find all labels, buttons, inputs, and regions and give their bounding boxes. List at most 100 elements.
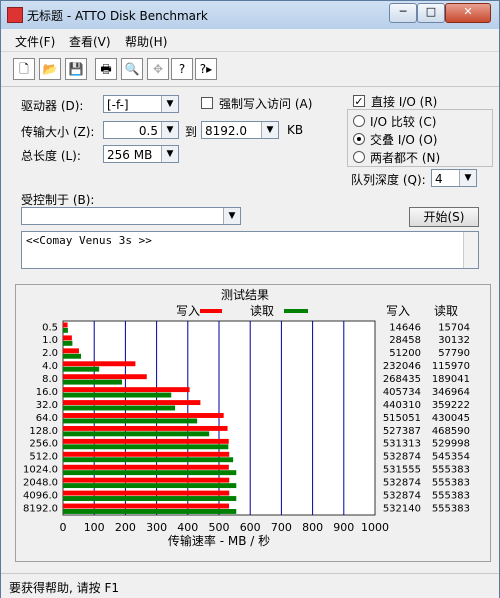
- write-bar: [63, 490, 230, 496]
- controlled-by-select[interactable]: ▼: [21, 207, 241, 225]
- x-tick-label: 300: [146, 521, 167, 534]
- queue-depth-value: 4: [435, 172, 443, 186]
- print-preview-icon[interactable]: 🔍: [121, 58, 143, 80]
- read-bar: [63, 457, 234, 463]
- results-chart: 测试结果写入 读取 写入 读取 0 100 200 300 400 500 600 700 800 900…: [23, 287, 470, 548]
- write-value: 527387: [383, 426, 421, 437]
- drive-value: [-f-]: [107, 98, 129, 112]
- read-bar: [63, 496, 237, 501]
- save-icon[interactable]: 💾: [65, 58, 87, 80]
- move-icon[interactable]: ✥: [147, 58, 169, 80]
- category-label: 32.0: [36, 400, 58, 411]
- write-value: 532140: [383, 503, 421, 514]
- write-value: 515051: [383, 413, 421, 424]
- read-value: 57790: [438, 348, 470, 359]
- minimize-button[interactable]: ─: [389, 3, 417, 23]
- write-bar: [63, 477, 230, 483]
- read-bar: [63, 405, 176, 411]
- neither-label: 两者都不 (N): [370, 151, 441, 165]
- direct-io-label: 直接 I/O (R): [371, 95, 438, 109]
- open-folder-icon[interactable]: 📂: [39, 58, 61, 80]
- queue-depth-label: 队列深度 (Q):: [351, 173, 426, 187]
- write-bar: [63, 400, 201, 406]
- menu-help[interactable]: 帮助(H): [125, 33, 167, 50]
- category-label: 16.0: [36, 387, 58, 398]
- write-bar: [63, 451, 230, 457]
- overlap-io-radio[interactable]: [353, 133, 365, 145]
- write-bar: [63, 503, 230, 509]
- x-tick-label: 200: [115, 521, 136, 534]
- force-write-checkbox[interactable]: [201, 97, 213, 109]
- x-tick-label: 1000: [361, 521, 389, 534]
- read-value: 15704: [438, 322, 470, 333]
- write-bar: [63, 348, 79, 354]
- read-value: 346964: [432, 387, 470, 398]
- menu-view[interactable]: 查看(V): [69, 33, 111, 50]
- results-panel: 测试结果 写入 读取 写入 读取 0 100 200 300 400 500 600 700 800 900…: [15, 284, 491, 562]
- read-value: 30132: [438, 335, 470, 346]
- write-bar: [63, 322, 68, 328]
- write-value: 532874: [383, 490, 421, 501]
- write-value: 532874: [383, 452, 421, 463]
- read-bar: [63, 470, 237, 476]
- read-bar: [63, 327, 68, 333]
- status-bar: 要获得帮助, 请按 F1: [1, 573, 499, 598]
- direct-io-checkbox[interactable]: ✓: [353, 95, 365, 107]
- category-label: 512.0: [29, 452, 58, 463]
- transfer-from-select[interactable]: 0.5 ▼: [103, 121, 179, 139]
- write-bar: [63, 387, 190, 393]
- chevron-down-icon: ▼: [161, 122, 178, 138]
- write-value: 14646: [389, 322, 421, 333]
- close-button[interactable]: ✕: [445, 3, 491, 23]
- io-compare-radio[interactable]: [353, 115, 365, 127]
- transfer-to-value: 8192.0: [205, 124, 247, 138]
- category-label: 4.0: [42, 361, 58, 372]
- read-bar: [63, 508, 237, 514]
- description-textarea[interactable]: <<Comay Venus 3s >>: [21, 231, 479, 269]
- new-file-icon[interactable]: 🗋: [13, 58, 35, 80]
- io-mode-group: I/O 比较 (C) 交叠 I/O (O) 两者都不 (N): [347, 109, 493, 167]
- chevron-down-icon: ▼: [161, 146, 178, 162]
- read-value: 529998: [432, 439, 470, 450]
- read-legend-label: 读取: [250, 304, 274, 318]
- category-label: 2048.0: [23, 478, 58, 489]
- title-bar: 无标题 - ATTO Disk Benchmark ─ □ ✕: [1, 1, 499, 29]
- maximize-button[interactable]: □: [417, 3, 445, 23]
- queue-depth-select[interactable]: 4 ▼: [431, 169, 477, 187]
- chart-title: 测试结果: [221, 287, 269, 302]
- write-column-header: 写入: [386, 304, 410, 318]
- read-value: 115970: [432, 361, 470, 372]
- read-value: 555383: [432, 503, 470, 514]
- read-bar: [63, 444, 229, 450]
- read-value: 359222: [432, 400, 470, 411]
- menu-file[interactable]: 文件(F): [15, 33, 55, 50]
- help-icon[interactable]: ?: [171, 58, 193, 80]
- description-text: <<Comay Venus 3s >>: [26, 234, 152, 247]
- category-label: 0.5: [42, 322, 58, 333]
- x-tick-label: 800: [302, 521, 323, 534]
- print-icon[interactable]: 🖶: [95, 58, 117, 80]
- category-label: 64.0: [36, 413, 58, 424]
- write-bar: [63, 335, 72, 341]
- description-scrollbar[interactable]: [463, 232, 478, 268]
- window-title: 无标题 - ATTO Disk Benchmark: [27, 9, 208, 23]
- transfer-to-select[interactable]: 8192.0 ▼: [201, 121, 279, 139]
- write-bar: [63, 438, 229, 444]
- menu-bar: 文件(F) 查看(V) 帮助(H): [1, 29, 499, 52]
- x-tick-label: 500: [209, 521, 230, 534]
- total-length-select[interactable]: 256 MB ▼: [103, 145, 179, 163]
- neither-radio[interactable]: [353, 151, 365, 163]
- app-window: 无标题 - ATTO Disk Benchmark ─ □ ✕ 文件(F) 查看…: [0, 0, 500, 598]
- x-tick-label: 0: [60, 521, 67, 534]
- category-label: 1024.0: [23, 465, 58, 476]
- context-help-icon[interactable]: ?▸: [195, 58, 217, 80]
- chevron-down-icon: ▼: [223, 208, 240, 224]
- x-tick-label: 600: [240, 521, 261, 534]
- category-label: 1.0: [42, 335, 58, 346]
- write-value: 440310: [383, 400, 421, 411]
- start-button[interactable]: 开始(S): [409, 207, 479, 227]
- category-label: 128.0: [29, 426, 58, 437]
- read-bar: [63, 379, 122, 385]
- drive-select[interactable]: [-f-] ▼: [103, 95, 179, 113]
- drive-label: 驱动器 (D):: [21, 99, 84, 113]
